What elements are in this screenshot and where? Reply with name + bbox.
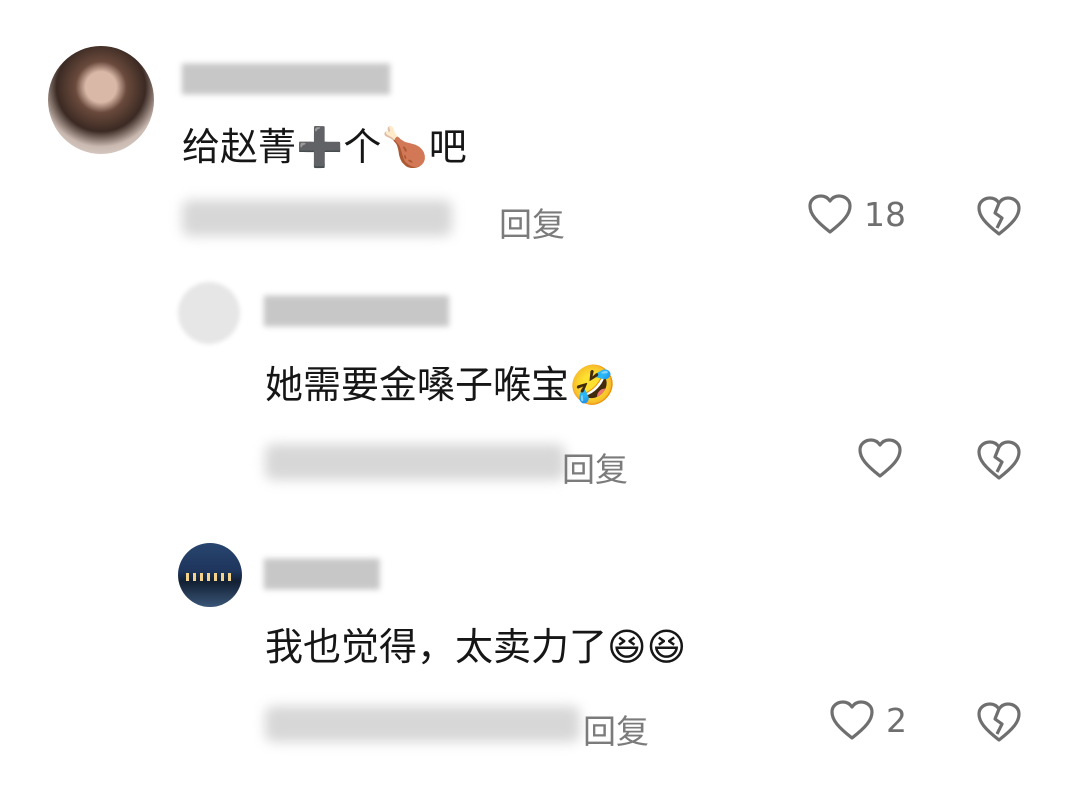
comment-text: 她需要金嗓子喉宝🤣 [265,366,616,404]
heart-outline-icon [830,700,874,740]
timestamp-blurred [265,706,580,742]
comment-text-part: 她需要金嗓子喉宝 [265,363,570,407]
plus-emoji-icon: ➕ [296,125,344,169]
rolling-laughing-emoji-icon: 🤣 [569,363,617,407]
heart-outline-icon [858,438,902,478]
timestamp-blurred [265,444,565,480]
like-button[interactable]: 18 [806,192,906,236]
avatar[interactable] [48,46,154,154]
like-button[interactable]: 2 [828,698,907,742]
comment-text-part: 吧 [428,125,467,169]
laughing-emoji-icon: 😆 [607,625,647,669]
avatar[interactable] [178,282,240,344]
comment-text-part: 个 [343,125,382,169]
comment-text-part: 给赵菁 [182,125,297,169]
like-count: 18 [864,194,906,234]
like-button[interactable] [856,436,914,480]
timestamp-blurred [182,200,452,236]
laughing-emoji-icon: 😆 [646,625,687,669]
broken-heart-icon[interactable] [974,438,1024,482]
reply-button[interactable]: 回复 [562,443,628,491]
reply-button[interactable]: 回复 [499,198,565,246]
username-blurred[interactable]: ▇▇▇▇▇▇▇▇ [264,292,449,327]
like-count: 2 [886,700,907,740]
username-blurred[interactable]: ▇▇▇▇▇ [264,555,379,590]
username-blurred[interactable]: ▇▇▇▇▇▇▇▇▇ [182,60,390,95]
heart-outline-icon [808,194,852,234]
broken-heart-icon[interactable] [974,194,1024,238]
broken-heart-icon[interactable] [974,700,1024,744]
chicken-leg-emoji-icon: 🍗 [381,125,429,169]
comment-text: 给赵菁➕个🍗吧 [182,128,467,166]
reply-button[interactable]: 回复 [583,705,649,753]
comment-text: 我也觉得，太卖力了😆😆 [265,628,686,666]
comment-text-part: 我也觉得，太卖力了 [265,625,608,669]
avatar[interactable] [178,543,242,607]
